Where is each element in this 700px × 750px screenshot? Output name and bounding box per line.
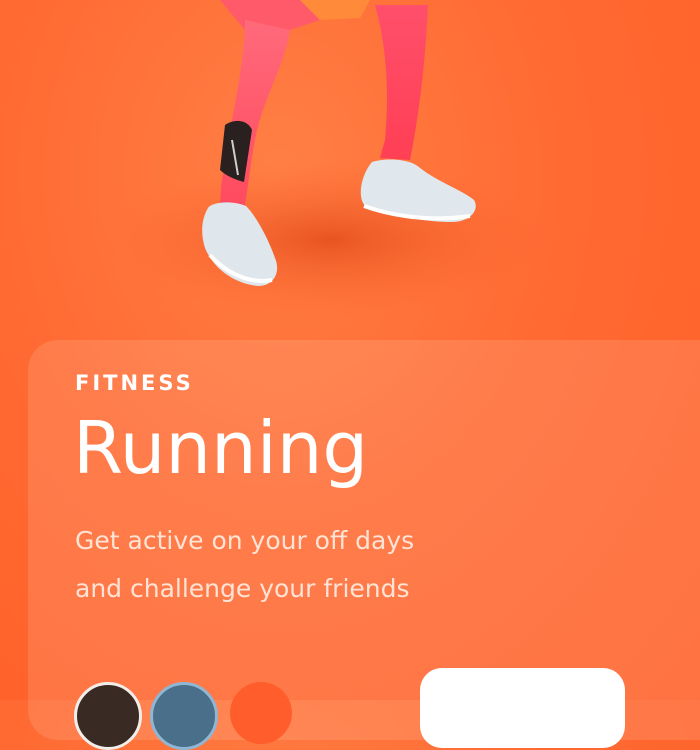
activity-description: Get active on your off days and challeng… [75, 526, 415, 603]
category-label: FITNESS [75, 371, 194, 395]
runner-right-leg [375, 5, 428, 160]
friend-avatar[interactable] [74, 682, 142, 750]
runner-illustration [100, 0, 560, 320]
friend-avatar[interactable] [150, 682, 218, 750]
ground-shadow [100, 160, 560, 320]
friend-avatar[interactable] [230, 682, 292, 744]
primary-action-button[interactable] [420, 668, 625, 748]
activity-title: Running [73, 406, 369, 490]
